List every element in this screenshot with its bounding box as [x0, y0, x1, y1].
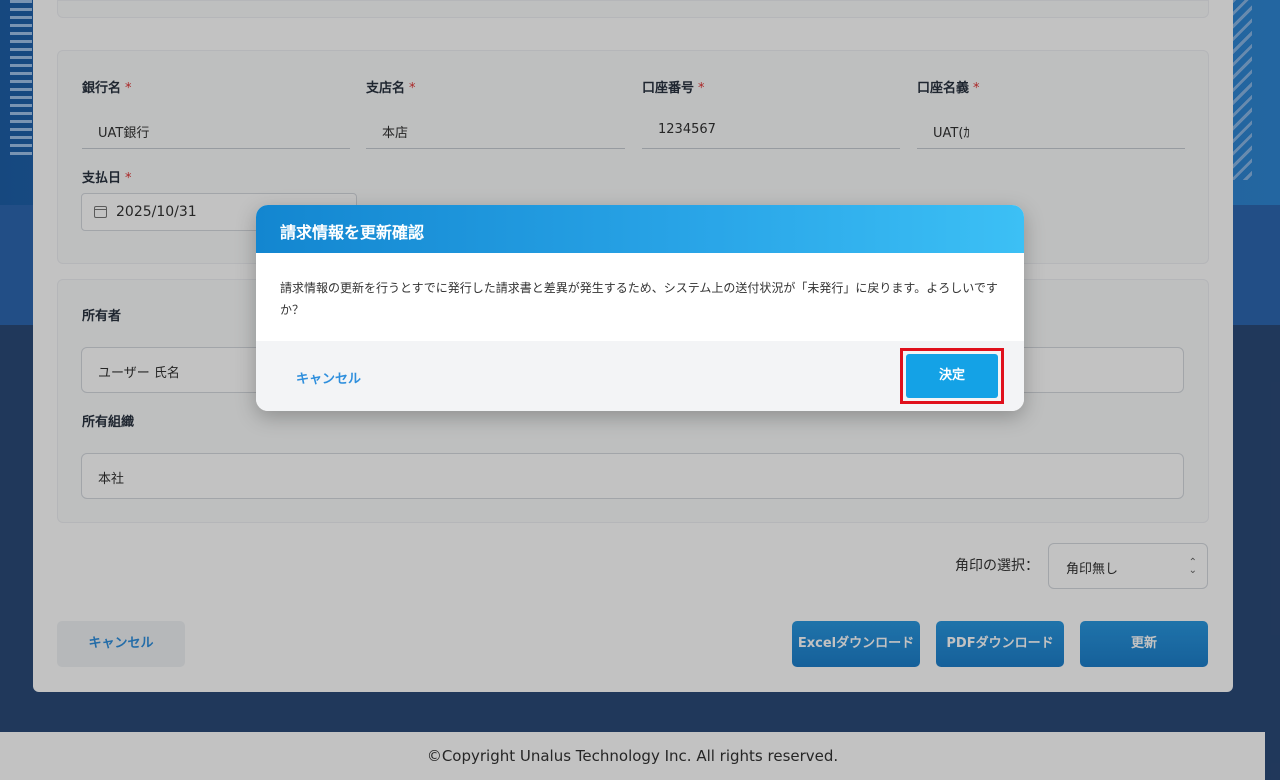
dialog-title: 請求情報を更新確認	[256, 205, 1024, 253]
dialog-cancel-button[interactable]: キャンセル	[296, 368, 361, 387]
dialog-confirm-button[interactable]: 決定	[906, 354, 998, 398]
dialog-footer: キャンセル 決定	[256, 341, 1024, 411]
confirm-dialog: 請求情報を更新確認 請求情報の更新を行うとすでに発行した請求書と差異が発生するた…	[256, 205, 1024, 411]
dialog-message: 請求情報の更新を行うとすでに発行した請求書と差異が発生するため、システム上の送付…	[280, 281, 998, 317]
confirm-button-highlight: 決定	[900, 348, 1004, 404]
